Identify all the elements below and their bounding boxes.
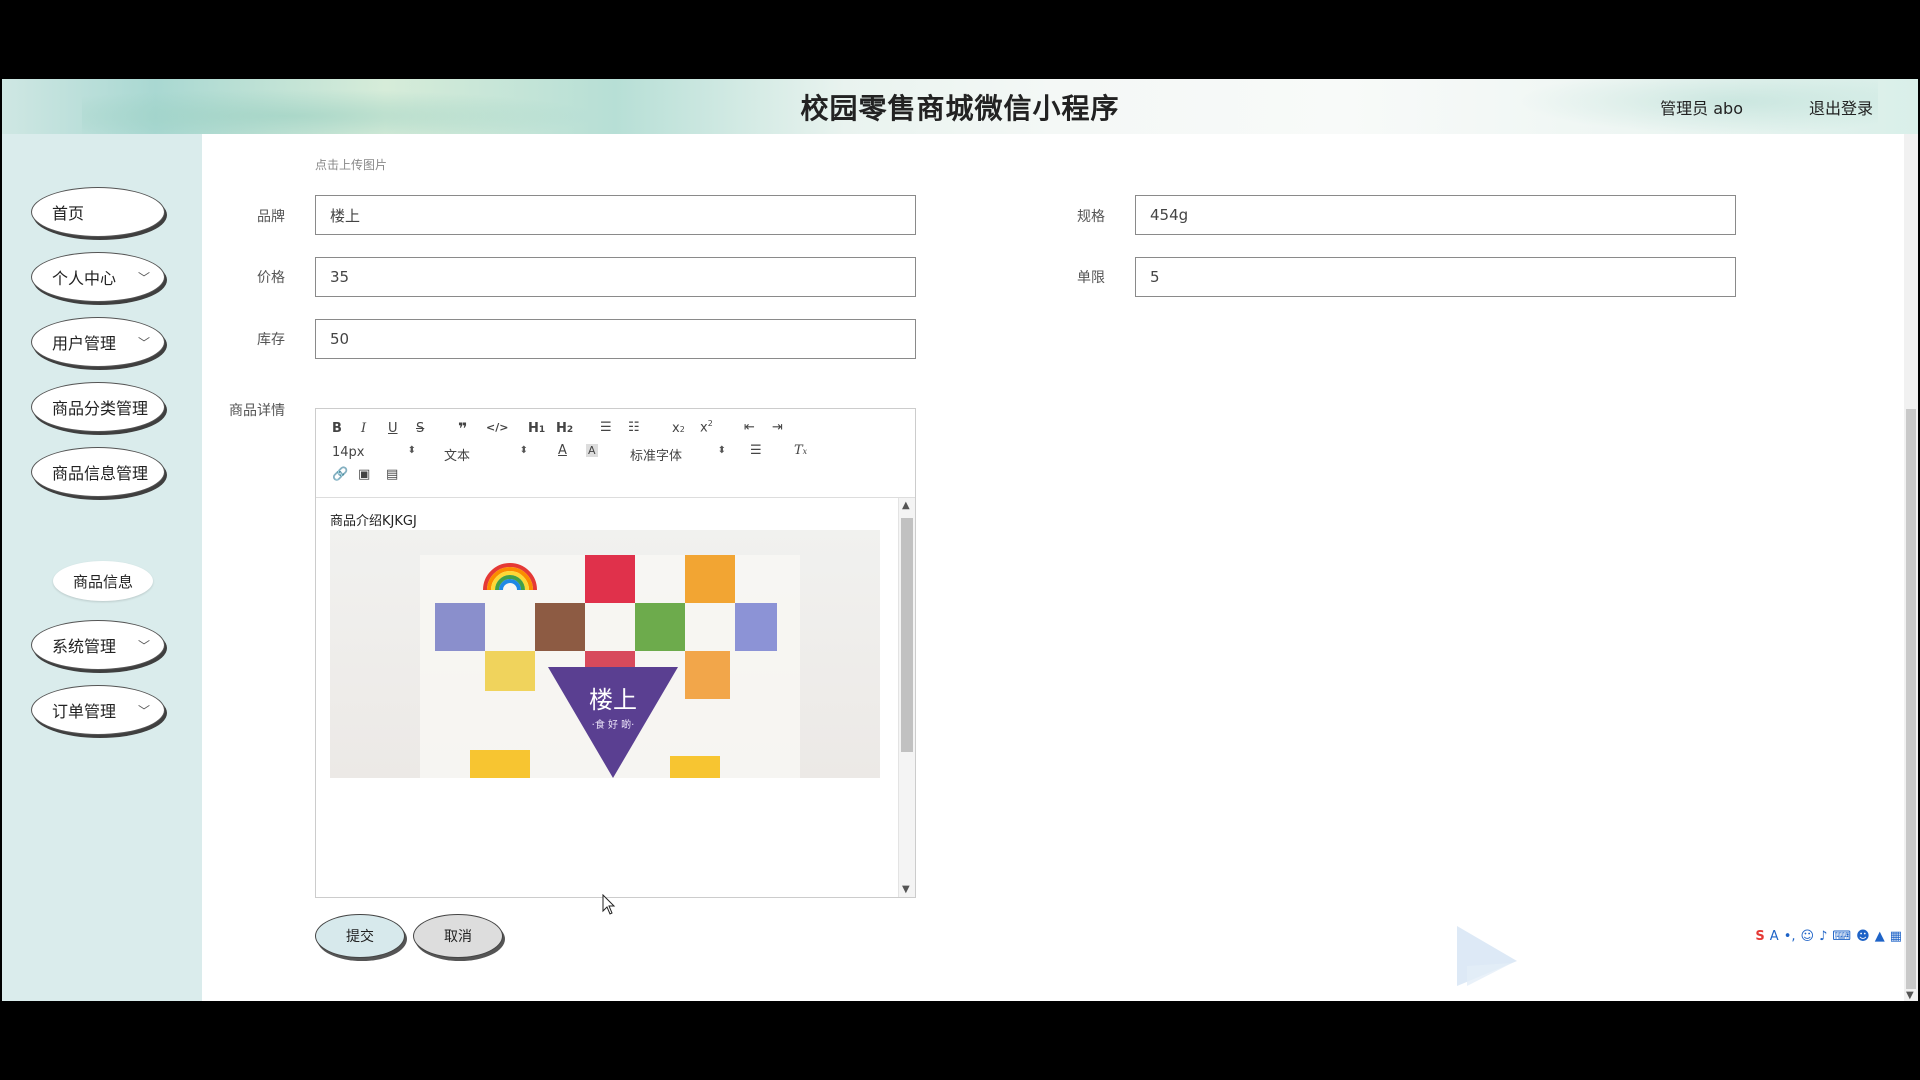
header-bar: 校园零售商城微信小程序 管理员 abo 退出登录 xyxy=(2,79,1918,134)
product-image: 楼上 ·食 好 啲· xyxy=(330,530,880,778)
chevron-down-icon: ﹀ xyxy=(137,271,150,285)
editor-toolbar: B I U S ❞ </> H1 H2 ☰ ☷ x2 x2 ⇤ ⇥ 14px ⬍ … xyxy=(316,409,915,498)
sidebar-item-label: 用户管理 xyxy=(52,334,117,353)
chevron-down-icon: ﹀ xyxy=(137,639,150,653)
brand-input[interactable]: 楼上 xyxy=(315,195,916,235)
format-select[interactable]: 文本 ⬍ xyxy=(444,445,528,464)
main-content: 点击上传图片 品牌 楼上 规格 454g 价格 35 单限 5 库存 50 商品… xyxy=(202,134,1918,1001)
limit-label: 单限 xyxy=(1077,270,1105,286)
subscript-icon[interactable]: x2 xyxy=(672,421,685,436)
sidebar-item-label: 商品分类管理 xyxy=(52,399,149,418)
sidebar-item-label: 商品信息管理 xyxy=(52,464,149,483)
ime-emoji-icon[interactable]: ☺ xyxy=(1801,929,1815,944)
stock-label: 库存 xyxy=(257,332,285,348)
sidebar-item-label: 系统管理 xyxy=(52,637,117,656)
select-arrow-icon: ⬍ xyxy=(407,445,416,456)
mouse-cursor-icon xyxy=(602,894,616,915)
font-color-icon[interactable]: A xyxy=(558,443,567,458)
price-label: 价格 xyxy=(257,270,285,286)
product-package-graphic xyxy=(420,555,800,778)
bullet-list-icon[interactable]: ☷ xyxy=(628,420,640,435)
align-icon[interactable]: ☰ xyxy=(750,443,762,458)
app-title: 校园零售商城微信小程序 xyxy=(800,92,1120,125)
heading2-icon[interactable]: H2 xyxy=(556,421,573,436)
ime-mode-icon[interactable]: A xyxy=(1770,929,1779,944)
editor-scrollbar[interactable]: ▲ ▼ xyxy=(898,498,915,897)
spec-label: 规格 xyxy=(1077,209,1105,225)
sidebar-item-label: 首页 xyxy=(52,204,85,223)
superscript-icon[interactable]: x2 xyxy=(700,419,713,435)
image-icon[interactable]: ▣ xyxy=(358,467,370,482)
scroll-up-icon[interactable]: ▲ xyxy=(902,500,910,511)
font-family-select[interactable]: 标准字体 ⬍ xyxy=(630,445,726,464)
sogou-ime-icon[interactable]: S xyxy=(1755,929,1764,944)
select-arrow-icon: ⬍ xyxy=(519,445,528,456)
ime-keyboard-icon[interactable]: ⌨ xyxy=(1832,929,1851,944)
chevron-down-icon: ﹀ xyxy=(137,704,150,718)
italic-icon[interactable]: I xyxy=(361,421,366,436)
bold-icon[interactable]: B xyxy=(332,421,342,436)
ime-toolbar: S A •, ☺ ♪ ⌨ ☻ ▲ ▦ xyxy=(1755,925,1902,947)
heading1-icon[interactable]: H1 xyxy=(528,421,545,436)
sidebar-item-order-management[interactable]: 订单管理 ﹀ xyxy=(31,685,165,735)
ime-user-icon[interactable]: ☻ xyxy=(1856,929,1870,944)
product-intro-text: 商品介绍KJKGJ xyxy=(330,514,417,529)
page-scrollbar[interactable]: ▼ xyxy=(1904,134,1918,1001)
spec-input[interactable]: 454g xyxy=(1135,195,1736,235)
current-user: 管理员 abo xyxy=(1660,99,1743,118)
chevron-down-icon: ﹀ xyxy=(137,336,150,350)
indent-icon[interactable]: ⇥ xyxy=(772,420,783,435)
detail-label: 商品详情 xyxy=(229,403,285,419)
upload-image-hint[interactable]: 点击上传图片 xyxy=(315,156,387,173)
brand-label: 品牌 xyxy=(257,209,285,225)
ordered-list-icon[interactable]: ☰ xyxy=(600,420,612,435)
stock-input[interactable]: 50 xyxy=(315,319,916,359)
sidebar-item-personal-center[interactable]: 个人中心 ﹀ xyxy=(31,252,165,302)
code-block-icon[interactable]: </> xyxy=(486,421,508,434)
clear-format-icon[interactable]: Tx xyxy=(794,443,807,458)
scroll-down-icon[interactable]: ▼ xyxy=(1906,990,1914,1001)
sidebar-item-user-management[interactable]: 用户管理 ﹀ xyxy=(31,317,165,367)
scroll-down-icon[interactable]: ▼ xyxy=(902,884,910,895)
submit-button[interactable]: 提交 xyxy=(315,914,405,958)
sidebar-item-product-management[interactable]: 商品信息管理 xyxy=(31,447,165,497)
select-arrow-icon: ⬍ xyxy=(717,445,726,456)
editor-content[interactable]: 商品介绍KJKGJ 楼上 ·食 好 啲· xyxy=(316,498,901,897)
ime-skin-icon[interactable]: ▲ xyxy=(1875,929,1885,944)
price-input[interactable]: 35 xyxy=(315,257,916,297)
strike-icon[interactable]: S xyxy=(416,421,424,436)
link-icon[interactable]: 🔗 xyxy=(332,467,348,482)
ime-voice-icon[interactable]: ♪ xyxy=(1819,929,1827,944)
ime-menu-icon[interactable]: ▦ xyxy=(1890,929,1902,944)
sidebar-subitem-product-info[interactable]: 商品信息 xyxy=(53,561,153,601)
sidebar-item-category-management[interactable]: 商品分类管理 xyxy=(31,382,165,432)
package-brand-text: 楼上 xyxy=(589,686,637,714)
sidebar-item-home[interactable]: 首页 xyxy=(31,187,165,237)
app-window: 校园零售商城微信小程序 管理员 abo 退出登录 首页 个人中心 ﹀ 用户管理 … xyxy=(2,79,1918,1001)
underline-icon[interactable]: U xyxy=(388,421,398,436)
outdent-icon[interactable]: ⇤ xyxy=(744,420,755,435)
limit-input[interactable]: 5 xyxy=(1135,257,1736,297)
page-scrollbar-thumb[interactable] xyxy=(1906,409,1916,989)
editor-scrollbar-thumb[interactable] xyxy=(901,518,913,752)
blockquote-icon[interactable]: ❞ xyxy=(458,419,467,438)
rich-text-editor: B I U S ❞ </> H1 H2 ☰ ☷ x2 x2 ⇤ ⇥ 14px ⬍ … xyxy=(315,408,916,898)
cancel-button[interactable]: 取消 xyxy=(413,914,503,958)
package-slogan-text: ·食 好 啲· xyxy=(591,720,635,731)
video-icon[interactable]: ▤ xyxy=(386,467,398,482)
background-color-icon[interactable]: A xyxy=(586,444,598,457)
sidebar-item-system-management[interactable]: 系统管理 ﹀ xyxy=(31,620,165,670)
logout-link[interactable]: 退出登录 xyxy=(1809,95,1873,119)
sidebar-item-label: 个人中心 xyxy=(52,269,117,288)
ime-punct-icon[interactable]: •, xyxy=(1784,929,1796,944)
font-size-select[interactable]: 14px ⬍ xyxy=(332,445,416,460)
watermark-logo-icon xyxy=(1457,926,1517,986)
sidebar-item-label: 订单管理 xyxy=(52,702,117,721)
